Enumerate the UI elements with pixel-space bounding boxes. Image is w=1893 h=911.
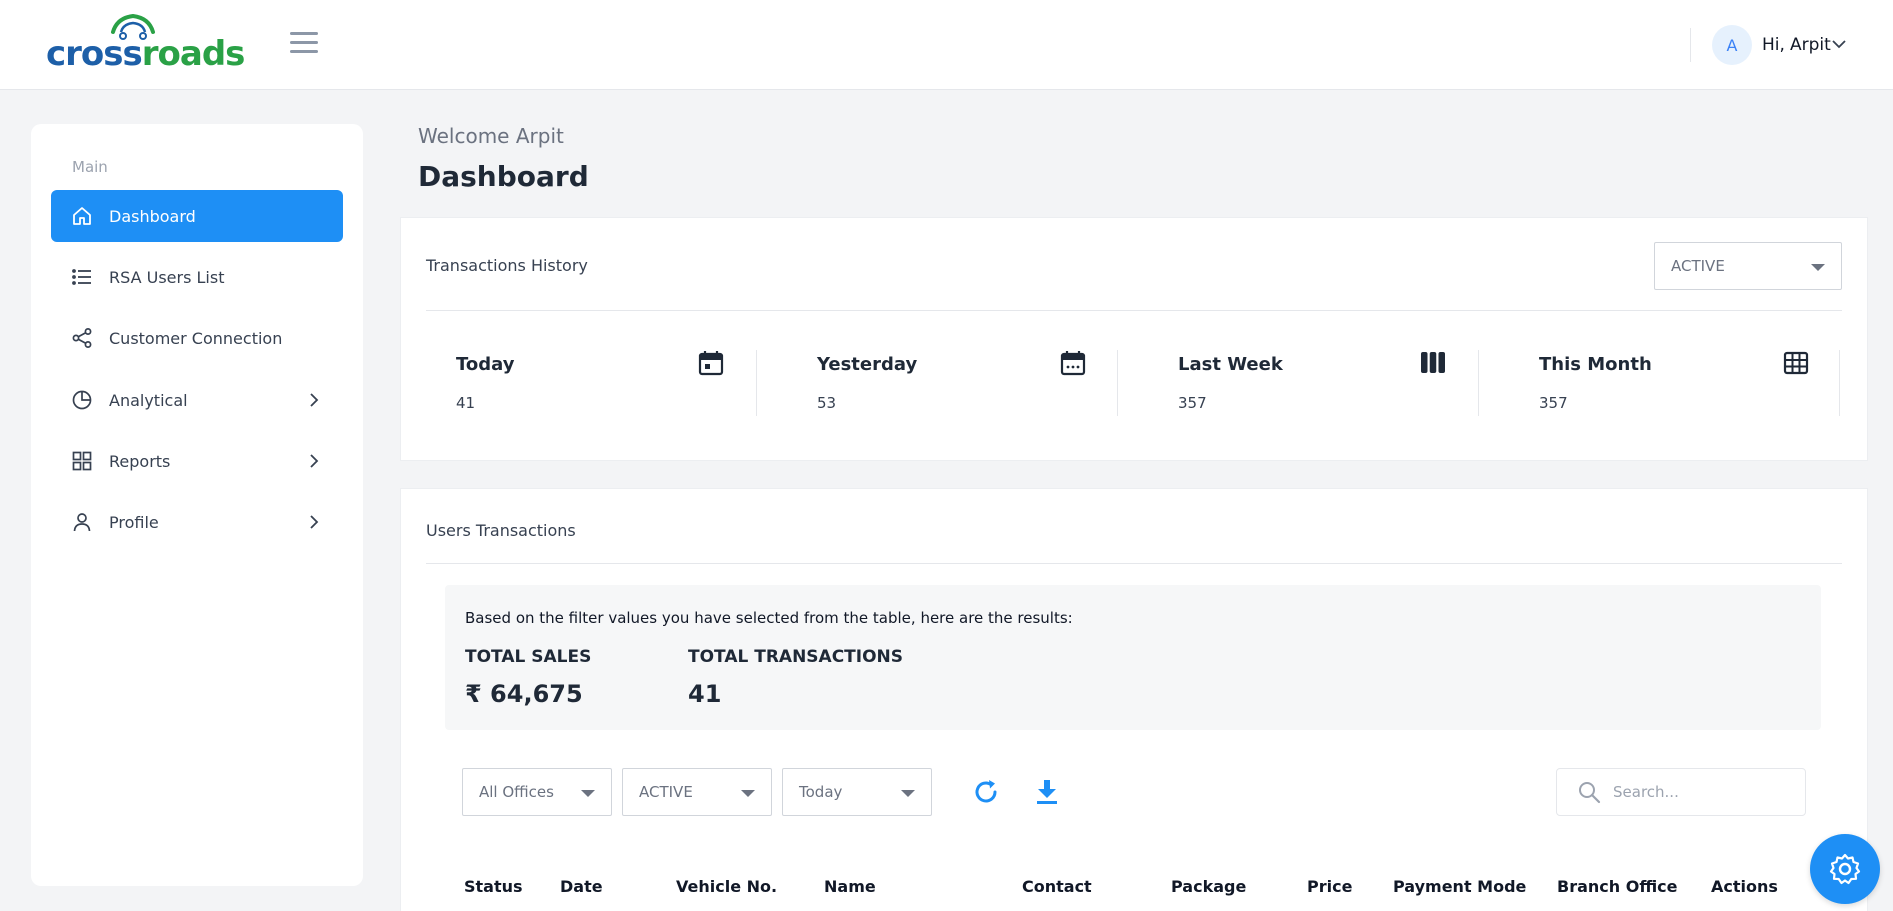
calendar-icon xyxy=(698,351,724,376)
crossroads-logo[interactable]: crossroads xyxy=(46,8,245,78)
stat-separator xyxy=(1478,350,1479,416)
transactions-history-card xyxy=(400,217,1868,461)
sidebar-heading: Main xyxy=(72,158,108,176)
stat-separator xyxy=(1117,350,1118,416)
column-header-package[interactable]: Package xyxy=(1171,877,1246,896)
status-select-value: ACTIVE xyxy=(1671,257,1725,275)
search-icon xyxy=(1579,782,1601,804)
column-header-vehicle-no[interactable]: Vehicle No. xyxy=(676,877,777,896)
total-transactions-label: TOTAL TRANSACTIONS xyxy=(688,647,904,667)
sidebar-item-rsa-users-list[interactable]: RSA Users List xyxy=(51,251,343,303)
pie-chart-icon xyxy=(71,389,93,411)
stat-separator xyxy=(756,350,757,416)
settings-button[interactable] xyxy=(1810,834,1880,904)
refresh-icon[interactable] xyxy=(971,777,1001,807)
office-filter-value: All Offices xyxy=(479,783,554,801)
stat-today: Today 41 xyxy=(456,350,756,416)
caret-down-icon xyxy=(1811,264,1825,271)
menu-toggle-icon[interactable] xyxy=(290,32,318,54)
user-icon xyxy=(71,511,93,533)
column-header-payment-mode[interactable]: Payment Mode xyxy=(1393,877,1526,896)
filter-summary: Based on the filter values you have sele… xyxy=(445,585,1821,730)
grid-icon xyxy=(71,450,93,472)
sidebar-item-label: RSA Users List xyxy=(109,267,225,287)
status-select[interactable]: ACTIVE xyxy=(1654,242,1842,290)
users-transactions-title: Users Transactions xyxy=(426,521,576,540)
status-filter-select[interactable]: ACTIVE xyxy=(622,768,772,816)
stat-label: Last Week xyxy=(1178,354,1283,375)
list-icon xyxy=(71,266,93,288)
stat-value: 41 xyxy=(456,394,476,412)
sidebar-item-dashboard[interactable]: Dashboard xyxy=(51,190,343,242)
avatar[interactable]: A xyxy=(1712,25,1752,65)
sidebar-item-label: Customer Connection xyxy=(109,328,283,348)
caret-down-icon xyxy=(741,790,755,797)
greeting-text[interactable]: Hi, xyxy=(1762,35,1785,55)
sidebar-item-label: Dashboard xyxy=(109,206,196,226)
total-sales-value: ₹ 64,675 xyxy=(465,680,583,708)
stat-label: Today xyxy=(456,354,515,375)
home-icon xyxy=(71,205,93,227)
sidebar-item-customer-connection[interactable]: Customer Connection xyxy=(51,312,343,364)
column-header-branch-office[interactable]: Branch Office xyxy=(1557,877,1678,896)
table-icon xyxy=(1783,351,1809,375)
sidebar-item-profile[interactable]: Profile xyxy=(51,496,343,548)
download-icon[interactable] xyxy=(1032,777,1062,807)
stat-label: Yesterday xyxy=(817,354,918,375)
period-filter-select[interactable]: Today xyxy=(782,768,932,816)
chevron-down-icon[interactable] xyxy=(1831,38,1847,50)
calendar-icon xyxy=(1060,351,1086,376)
column-header-status[interactable]: Status xyxy=(464,877,523,896)
sidebar: Main Dashboard RSA Users List Customer C… xyxy=(31,124,363,886)
sidebar-item-reports[interactable]: Reports xyxy=(51,435,343,487)
stat-value: 357 xyxy=(1539,394,1568,412)
stat-value: 53 xyxy=(817,394,837,412)
gear-icon xyxy=(1829,853,1861,885)
column-header-actions[interactable]: Actions xyxy=(1711,877,1778,896)
search-field[interactable] xyxy=(1556,768,1806,816)
sidebar-item-analytical[interactable]: Analytical xyxy=(51,374,343,426)
column-header-price[interactable]: Price xyxy=(1307,877,1352,896)
chevron-right-icon xyxy=(310,515,319,529)
stat-yesterday: Yesterday 53 xyxy=(817,350,1117,416)
caret-down-icon xyxy=(581,790,595,797)
total-transactions-value: 41 xyxy=(688,680,722,708)
chevron-right-icon xyxy=(310,393,319,407)
divider xyxy=(426,563,1842,564)
top-header: crossroads A Hi, Arpit xyxy=(0,0,1893,90)
period-filter-value: Today xyxy=(799,783,843,801)
user-name[interactable]: Arpit xyxy=(1790,35,1831,55)
status-filter-value: ACTIVE xyxy=(639,783,693,801)
search-input[interactable] xyxy=(1613,783,1783,801)
stat-last-week: Last Week 357 xyxy=(1178,350,1478,416)
column-header-date[interactable]: Date xyxy=(560,877,603,896)
office-filter-select[interactable]: All Offices xyxy=(462,768,612,816)
total-sales-label: TOTAL SALES xyxy=(465,647,592,667)
column-header-name[interactable]: Name xyxy=(824,877,876,896)
stat-separator xyxy=(1839,350,1840,416)
logo-part-2: roads xyxy=(141,34,246,74)
header-divider xyxy=(1690,28,1691,62)
stat-this-month: This Month 357 xyxy=(1539,350,1839,416)
welcome-text: Welcome Arpit xyxy=(418,124,564,148)
share-icon xyxy=(71,327,93,349)
sidebar-item-label: Profile xyxy=(109,512,159,532)
logo-part-1: cross xyxy=(46,34,143,74)
transactions-history-title: Transactions History xyxy=(426,256,588,275)
chevron-right-icon xyxy=(310,454,319,468)
columns-icon xyxy=(1421,352,1445,373)
filter-note: Based on the filter values you have sele… xyxy=(465,609,1073,627)
stat-value: 357 xyxy=(1178,394,1207,412)
column-header-contact[interactable]: Contact xyxy=(1022,877,1092,896)
logo-wordmark: crossroads xyxy=(46,34,246,74)
caret-down-icon xyxy=(901,790,915,797)
stat-label: This Month xyxy=(1539,354,1652,375)
sidebar-item-label: Reports xyxy=(109,451,171,471)
divider xyxy=(426,310,1842,311)
sidebar-item-label: Analytical xyxy=(109,390,188,410)
page-title: Dashboard xyxy=(418,160,589,193)
